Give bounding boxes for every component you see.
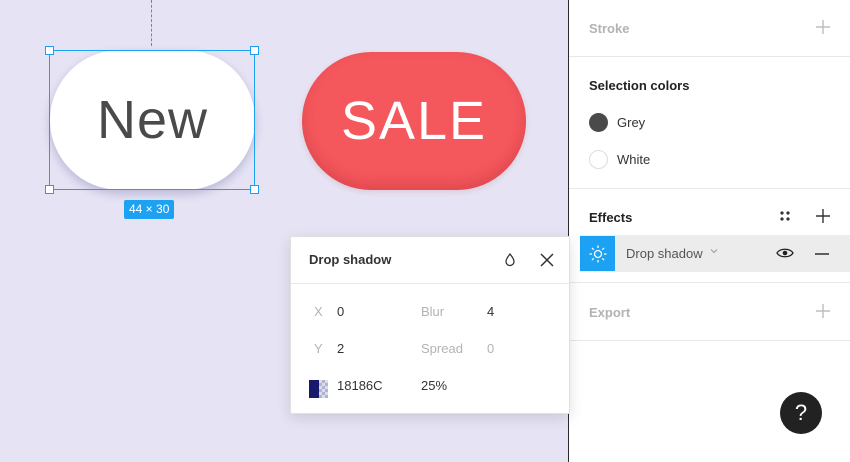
sale-badge-text: SALE bbox=[340, 91, 488, 151]
add-effect-plus-icon[interactable] bbox=[815, 208, 831, 224]
spread-input[interactable]: 0 bbox=[487, 341, 494, 356]
white-label: White bbox=[617, 152, 651, 167]
grey-swatch[interactable] bbox=[589, 113, 608, 132]
shadow-opacity[interactable]: 25% bbox=[421, 378, 447, 393]
resize-handle-bottom-left[interactable] bbox=[45, 185, 54, 194]
stroke-title: Stroke bbox=[589, 21, 630, 36]
x-label: X bbox=[314, 304, 323, 319]
add-stroke-plus-icon[interactable] bbox=[815, 19, 831, 35]
export-section: Export bbox=[569, 283, 850, 341]
distance-guide-line bbox=[151, 0, 152, 46]
effect-styles-icon[interactable] bbox=[777, 208, 793, 224]
stroke-section: Stroke bbox=[569, 0, 850, 57]
popup-header: Drop shadow bbox=[291, 237, 569, 284]
effect-item-drop-shadow[interactable]: Drop shadow bbox=[580, 235, 850, 272]
close-icon[interactable] bbox=[538, 251, 556, 269]
spread-label: Spread bbox=[421, 341, 463, 356]
sale-badge-shape[interactable]: SALE bbox=[302, 52, 526, 190]
effects-title: Effects bbox=[589, 210, 633, 225]
resize-handle-top-left[interactable] bbox=[45, 46, 54, 55]
shadow-row-color: 18186C 25% bbox=[291, 378, 571, 398]
chevron-down-icon[interactable] bbox=[710, 247, 718, 258]
resize-handle-bottom-right[interactable] bbox=[250, 185, 259, 194]
selection-box[interactable] bbox=[45, 46, 259, 194]
effect-type-label[interactable]: Drop shadow bbox=[626, 246, 703, 261]
blur-input[interactable]: 4 bbox=[487, 304, 494, 319]
white-swatch[interactable] bbox=[589, 150, 608, 169]
y-input[interactable]: 2 bbox=[337, 341, 344, 356]
blur-label: Blur bbox=[421, 304, 445, 319]
help-button[interactable]: ? bbox=[780, 392, 822, 434]
remove-effect-minus-icon[interactable] bbox=[814, 246, 830, 267]
effect-settings-sun-icon[interactable] bbox=[580, 236, 615, 271]
selection-colors-section: Selection colors Grey White bbox=[569, 57, 850, 189]
resize-handle-top-right[interactable] bbox=[250, 46, 259, 55]
eye-icon[interactable] bbox=[776, 246, 794, 265]
size-badge: 44 × 30 bbox=[124, 200, 175, 219]
x-input[interactable]: 0 bbox=[337, 304, 344, 319]
blend-mode-drop-icon[interactable] bbox=[501, 251, 519, 269]
y-label: Y bbox=[314, 341, 323, 356]
shadow-row-y-spread: Y 2 Spread 0 bbox=[291, 341, 571, 361]
shadow-color-swatch[interactable] bbox=[309, 380, 328, 398]
add-export-plus-icon[interactable] bbox=[815, 303, 831, 319]
popup-title: Drop shadow bbox=[309, 252, 392, 267]
drop-shadow-popup: Drop shadow X 0 Blur 4 Y 2 Spread 0 1818… bbox=[290, 236, 570, 414]
shadow-color-hex[interactable]: 18186C bbox=[337, 378, 383, 393]
grey-label: Grey bbox=[617, 115, 646, 130]
export-title: Export bbox=[589, 305, 631, 320]
shadow-row-x-blur: X 0 Blur 4 bbox=[291, 304, 571, 324]
selection-colors-title: Selection colors bbox=[589, 78, 690, 93]
